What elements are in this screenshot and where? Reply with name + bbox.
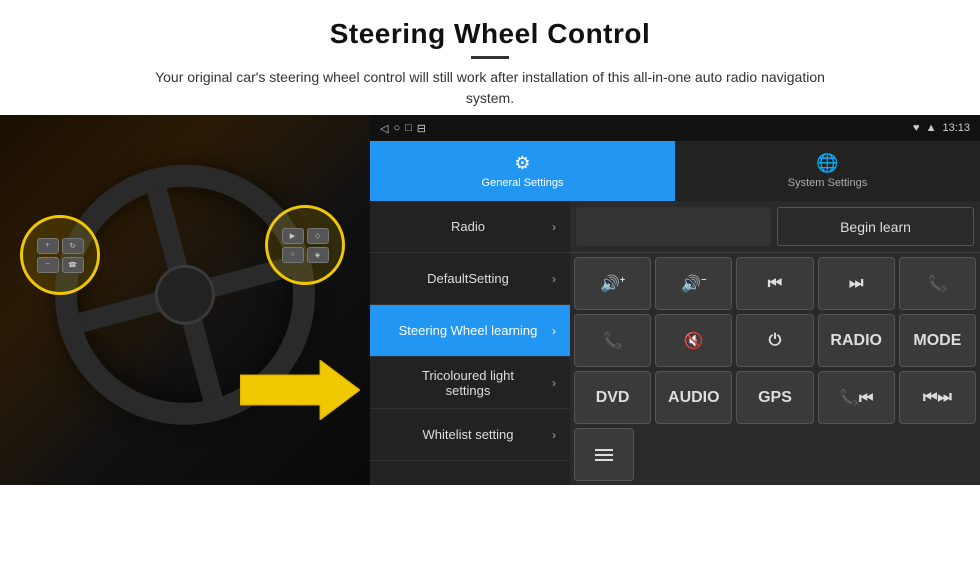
- menu-item-default-label: DefaultSetting: [384, 271, 552, 286]
- page-container: Steering Wheel Control Your original car…: [0, 0, 980, 564]
- ctrl-row-1: 🔊+ 🔊− ⏮ ⏭ 📞: [574, 257, 976, 310]
- menu-panel: Radio › DefaultSetting › Steering Wheel …: [370, 201, 570, 485]
- gear-icon: ⚙: [514, 153, 530, 174]
- menu-item-whitelist[interactable]: Whitelist setting ›: [370, 409, 570, 461]
- tab-general-label: General Settings: [482, 177, 564, 189]
- location-icon: ♥: [913, 122, 920, 134]
- radio-label: RADIO: [830, 332, 882, 350]
- menu-item-tricoloured-label: Tricoloured lightsettings: [384, 368, 552, 398]
- chevron-icon: ›: [552, 428, 556, 442]
- tab-system-settings[interactable]: 🌐 System Settings: [675, 141, 980, 201]
- key-input-box: [576, 207, 771, 246]
- page-title: Steering Wheel Control: [40, 18, 940, 50]
- nav-icons: ◁ ○ □ ⊟: [380, 122, 426, 135]
- phone-prev-icon: 📞⏮: [839, 388, 873, 408]
- vol-down-button[interactable]: 🔊−: [655, 257, 732, 310]
- tab-general-settings[interactable]: ⚙ General Settings: [370, 141, 675, 201]
- menu-icon[interactable]: ⊟: [417, 122, 426, 135]
- hamburger-icon: [595, 449, 613, 461]
- left-control-circle: + ↻ − ☎: [20, 215, 100, 295]
- power-button[interactable]: ⏻: [736, 314, 813, 367]
- menu-item-radio[interactable]: Radio ›: [370, 201, 570, 253]
- ctrl-row-3: DVD AUDIO GPS 📞⏮: [574, 371, 976, 424]
- call-accept-button[interactable]: 📞: [574, 314, 651, 367]
- menu-item-default-setting[interactable]: DefaultSetting ›: [370, 253, 570, 305]
- mode-label: MODE: [913, 332, 961, 350]
- phone-button-1[interactable]: 📞: [899, 257, 976, 310]
- chevron-icon: ›: [552, 376, 556, 390]
- dvd-button[interactable]: DVD: [574, 371, 651, 424]
- prev-icon: ⏮: [768, 275, 782, 293]
- status-bar: ◁ ○ □ ⊟ ♥ ▲ 13:13: [370, 115, 980, 141]
- menu-item-steering-wheel[interactable]: Steering Wheel learning ›: [370, 305, 570, 357]
- control-panel: Begin learn 🔊+ 🔊−: [570, 201, 980, 485]
- content-area: + ↻ − ☎ ▶ ◇ ○ ◈: [0, 115, 980, 564]
- begin-learn-button[interactable]: Begin learn: [777, 207, 974, 246]
- android-ui-panel: ◁ ○ □ ⊟ ♥ ▲ 13:13 ⚙ General Settings: [370, 115, 980, 485]
- mute-icon: 🔇: [684, 331, 704, 351]
- audio-label: AUDIO: [668, 389, 720, 407]
- tab-system-label: System Settings: [788, 177, 867, 189]
- home-icon[interactable]: ○: [393, 122, 400, 134]
- vol-up-button[interactable]: 🔊+: [574, 257, 651, 310]
- next-icon: ⏭: [849, 275, 863, 293]
- steering-wheel-bg: + ↻ − ☎ ▶ ◇ ○ ◈: [0, 115, 370, 485]
- signal-icon: ▲: [926, 122, 937, 134]
- vol-down-icon: 🔊−: [681, 274, 706, 294]
- list-button[interactable]: [574, 428, 634, 481]
- prev-next-icon: ⏮⏭: [923, 389, 952, 407]
- clock: 13:13: [942, 122, 970, 134]
- menu-item-steering-label: Steering Wheel learning: [384, 323, 552, 338]
- prev-next-button[interactable]: ⏮⏭: [899, 371, 976, 424]
- next-button[interactable]: ⏭: [818, 257, 895, 310]
- control-button-grid: 🔊+ 🔊− ⏮ ⏭ 📞: [570, 253, 980, 485]
- globe-icon: 🌐: [816, 153, 838, 174]
- power-icon: ⏻: [769, 332, 782, 350]
- menu-item-radio-label: Radio: [384, 219, 552, 234]
- ctrl-row-2: 📞 🔇 ⏻ RADIO MO: [574, 314, 976, 367]
- gps-button[interactable]: GPS: [736, 371, 813, 424]
- title-divider: [471, 56, 509, 59]
- menu-item-whitelist-label: Whitelist setting: [384, 427, 552, 442]
- mute-button[interactable]: 🔇: [655, 314, 732, 367]
- prev-button[interactable]: ⏮: [736, 257, 813, 310]
- top-controls: Begin learn: [570, 201, 980, 253]
- right-control-circle: ▶ ◇ ○ ◈: [265, 205, 345, 285]
- steering-wheel-center: [148, 258, 221, 331]
- main-content: Radio › DefaultSetting › Steering Wheel …: [370, 201, 980, 485]
- tab-bar: ⚙ General Settings 🌐 System Settings: [370, 141, 980, 201]
- direction-arrow: [240, 360, 360, 425]
- status-right: ♥ ▲ 13:13: [913, 122, 970, 134]
- vol-up-icon: 🔊+: [600, 274, 625, 294]
- call-accept-icon: 📞: [603, 331, 623, 351]
- menu-item-tricoloured[interactable]: Tricoloured lightsettings ›: [370, 357, 570, 409]
- subtitle: Your original car's steering wheel contr…: [140, 67, 840, 109]
- dvd-label: DVD: [596, 389, 630, 407]
- audio-button[interactable]: AUDIO: [655, 371, 732, 424]
- ctrl-row-4: [574, 428, 976, 481]
- radio-button[interactable]: RADIO: [818, 314, 895, 367]
- mode-button[interactable]: MODE: [899, 314, 976, 367]
- chevron-icon: ›: [552, 220, 556, 234]
- phone-prev-button[interactable]: 📞⏮: [818, 371, 895, 424]
- recent-icon[interactable]: □: [405, 122, 412, 134]
- steering-wheel-image: + ↻ − ☎ ▶ ◇ ○ ◈: [0, 115, 370, 485]
- header: Steering Wheel Control Your original car…: [0, 0, 980, 115]
- chevron-icon: ›: [552, 324, 556, 338]
- chevron-icon: ›: [552, 272, 556, 286]
- back-icon[interactable]: ◁: [380, 122, 388, 135]
- gps-label: GPS: [758, 389, 792, 407]
- phone-icon-1: 📞: [927, 274, 947, 294]
